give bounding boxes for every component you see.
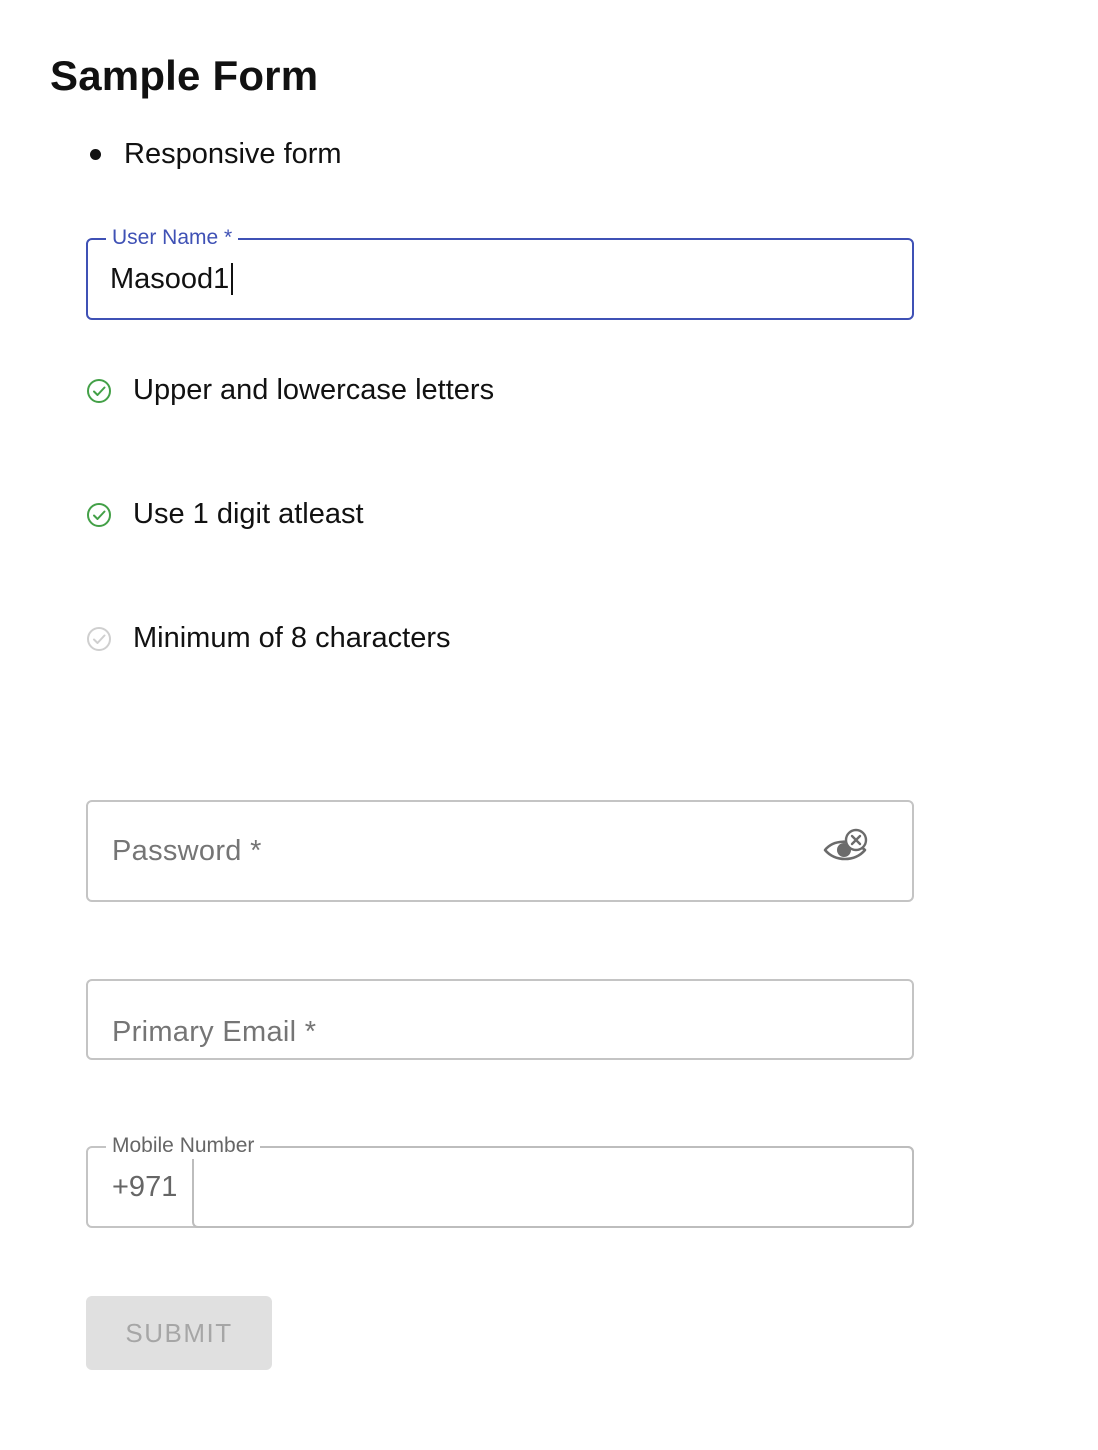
submit-button[interactable]: SUBMIT (86, 1296, 272, 1370)
mobile-number-input[interactable] (192, 1146, 914, 1228)
username-input[interactable]: Masood1 (110, 240, 234, 318)
email-placeholder: Primary Email * (112, 1015, 317, 1048)
country-code-prefix[interactable]: +971 (88, 1148, 194, 1226)
text-cursor (231, 263, 234, 295)
bullet-icon (90, 149, 101, 160)
requirement-label: Use 1 digit atleast (133, 498, 364, 530)
list-item: Responsive form (88, 138, 342, 171)
requirement-label: Upper and lowercase letters (133, 374, 495, 406)
feature-list: Responsive form (88, 138, 342, 171)
requirement-uppercase-lowercase: Upper and lowercase letters (86, 374, 494, 407)
email-field[interactable]: Primary Email * (86, 979, 914, 1060)
username-field[interactable]: User Name * Masood1 (86, 225, 914, 320)
list-item-label: Responsive form (124, 138, 342, 170)
mobile-number-field: +971 Mobile Number (86, 1133, 914, 1228)
toggle-password-visibility-button[interactable] (822, 828, 872, 870)
password-field[interactable]: Password * (86, 800, 914, 902)
requirement-min-length: Minimum of 8 characters (86, 622, 451, 655)
check-circle-icon (87, 378, 111, 403)
check-circle-icon (87, 502, 111, 527)
eye-visibility-off-icon (823, 828, 868, 861)
requirement-label: Minimum of 8 characters (133, 622, 451, 654)
page-title: Sample Form (50, 52, 319, 99)
mobile-number-label: Mobile Number (106, 1133, 261, 1159)
sample-form-page: Sample Form Responsive form User Name * … (0, 0, 1098, 1450)
password-placeholder: Password * (112, 834, 262, 867)
check-circle-icon (87, 626, 111, 651)
username-value: Masood1 (110, 262, 230, 295)
requirement-digit: Use 1 digit atleast (86, 498, 364, 531)
